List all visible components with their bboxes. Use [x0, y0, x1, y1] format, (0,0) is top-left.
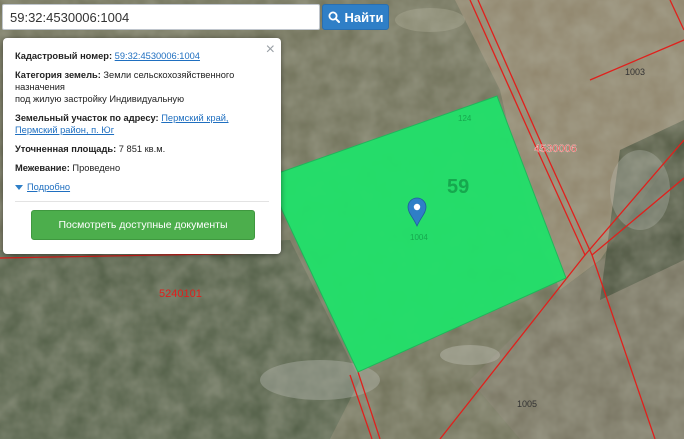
label-1005: 1005 — [517, 399, 537, 409]
parcel-info-popup: × Кадастровый номер: 59:32:4530006:1004 … — [3, 38, 281, 254]
label-59: 59 — [447, 176, 469, 198]
address-label: Земельный участок по адресу: — [15, 113, 159, 123]
address-link-1[interactable]: Пермский край, — [161, 113, 228, 123]
details-toggle[interactable]: Подробно — [15, 181, 269, 193]
details-link[interactable]: Подробно — [27, 181, 70, 193]
land-category-label: Категория земель: — [15, 70, 101, 80]
label-1003: 1003 — [625, 67, 645, 77]
address-row: Земельный участок по адресу: Пермский кр… — [15, 112, 269, 136]
search-button-label: Найти — [344, 9, 384, 25]
cadastral-number-link[interactable]: 59:32:4530006:1004 — [115, 51, 200, 61]
label-5240101: 5240101 — [159, 288, 202, 300]
divider — [15, 201, 269, 202]
search-input[interactable] — [2, 4, 320, 30]
area-label: Уточненная площадь: — [15, 144, 117, 154]
view-documents-button[interactable]: Посмотреть доступные документы — [31, 210, 255, 240]
close-icon[interactable]: × — [266, 42, 275, 58]
area-value: 7 851 кв.м. — [118, 144, 166, 154]
label-124: 124 — [458, 114, 472, 123]
expand-triangle-icon — [15, 184, 23, 190]
land-category-value-2: назначения — [15, 82, 65, 92]
cadastral-number-label: Кадастровый номер: — [15, 51, 113, 61]
label-1004: 1004 — [410, 233, 428, 242]
search-icon — [328, 11, 340, 23]
search-button[interactable]: Найти — [322, 4, 389, 30]
survey-row: Межевание: Проведено — [15, 162, 269, 174]
land-category-value-3: под жилую застройку Индивидуальную — [15, 94, 185, 104]
survey-value: Проведено — [72, 163, 121, 173]
cadastral-number-row: Кадастровый номер: 59:32:4530006:1004 — [15, 50, 269, 62]
land-category-value-1: Земли сельскохозяйственного — [103, 70, 235, 80]
address-link-2[interactable]: Пермский район, п. Юг — [15, 125, 114, 135]
area-row: Уточненная площадь: 7 851 кв.м. — [15, 143, 269, 155]
survey-label: Межевание: — [15, 163, 70, 173]
label-4530006: 4530006 — [534, 143, 577, 155]
land-category-row: Категория земель: Земли сельскохозяйстве… — [15, 69, 269, 105]
